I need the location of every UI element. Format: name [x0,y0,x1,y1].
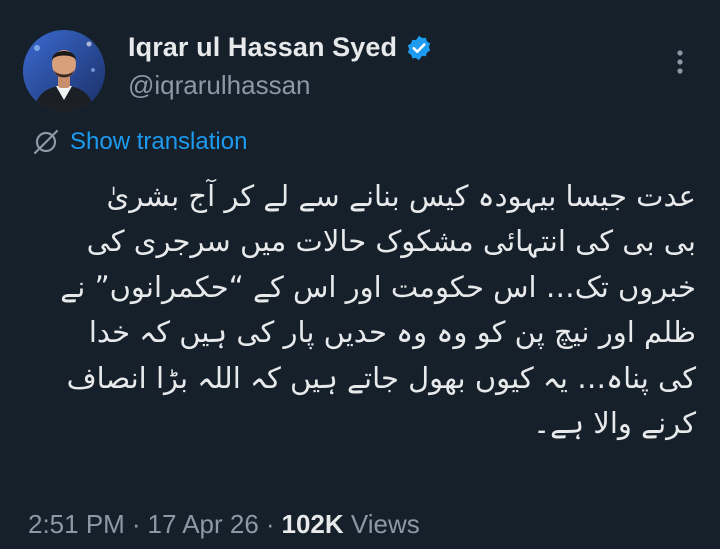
tweet-line: بی بی کی انتہائی مشکوک حالات میں سرجری ک… [86,224,696,259]
author-handle[interactable]: @iqrarulhassan [128,70,310,101]
tweet-line: ظلم اور نیچ پن کو وہ وہ حدیں پار کی ہیں … [88,315,696,350]
views-label: Views [350,509,420,539]
meta-separator: · [131,509,141,539]
tweet-line: کرنے والا ہے۔ [533,406,696,441]
verified-badge-icon [405,34,433,62]
author-avatar[interactable] [23,30,105,112]
more-vertical-icon[interactable] [668,46,692,78]
meta-separator: · [265,509,275,539]
show-translation-label: Show translation [70,128,248,155]
tweet-meta: 2:51 PM · 17 Apr 26 · 102K Views [28,509,420,540]
translate-globe-icon [32,128,60,156]
views-count: 102K [281,509,344,539]
tweet-line: عدت جیسا بیہودہ کیس بنانے سے لے کر آج بش… [106,179,696,213]
author-name-row: Iqrar ul Hassan Syed [128,32,433,63]
views-stat[interactable]: 102K Views [281,509,419,540]
tweet-text: عدت جیسا بیہودہ کیس بنانے سے لے کر آج بش… [28,174,696,446]
show-translation-button[interactable]: Show translation [32,128,247,156]
tweet-date[interactable]: 17 Apr 26 [148,509,259,540]
tweet-line: خبروں تک… اس حکومت اور اس کے “حکمرانوں” … [60,269,696,304]
author-display-name[interactable]: Iqrar ul Hassan Syed [128,32,397,63]
tweet-line: کی پناہ… یہ کیوں بھول جاتے ہیں کہ اللہ ب… [66,360,696,395]
tweet-time[interactable]: 2:51 PM [28,509,125,540]
